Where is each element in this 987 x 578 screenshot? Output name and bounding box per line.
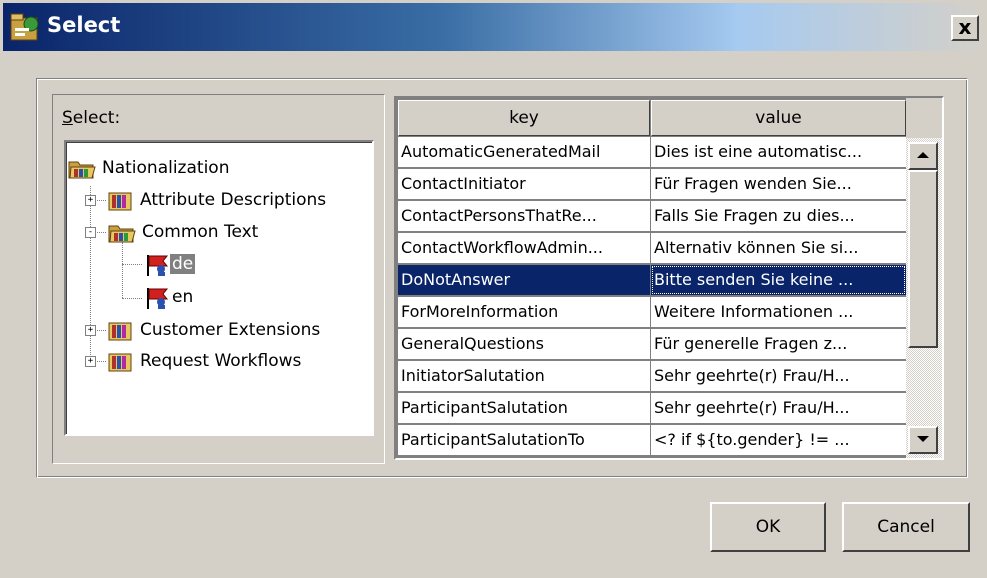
- table-row[interactable]: ParticipantSalutationTo <? if ${to.gende…: [398, 425, 906, 456]
- tree-item-label: de: [170, 254, 196, 274]
- key-cell: ParticipantSalutationTo: [398, 425, 650, 455]
- tree-item-label: Attribute Descriptions: [140, 190, 327, 210]
- table-row-selected[interactable]: DoNotAnswer Bitte senden Sie keine ...: [398, 265, 906, 296]
- table-row[interactable]: GeneralQuestions Für generelle Fragen z.…: [398, 329, 906, 360]
- flag-person-icon: [147, 288, 169, 309]
- vertical-scrollbar[interactable]: [906, 98, 942, 458]
- window-title: Select: [47, 13, 121, 37]
- key-cell: ContactWorkflowAdmin...: [398, 233, 650, 263]
- table-row[interactable]: ContactWorkflowAdmin... Alternativ könne…: [398, 233, 906, 264]
- ok-button[interactable]: OK: [710, 502, 826, 552]
- value-cell: Falls Sie Fragen zu dies...: [651, 201, 906, 231]
- tree-item-label: Request Workflows: [140, 351, 302, 371]
- expand-toggle[interactable]: +: [85, 325, 96, 336]
- app-icon: [10, 13, 39, 41]
- tree-connector: [122, 264, 142, 265]
- book-icon: [108, 192, 132, 211]
- key-cell: ForMoreInformation: [398, 297, 650, 327]
- book-icon: [108, 353, 132, 372]
- table-row[interactable]: InitiatorSalutation Sehr geehrte(r) Frau…: [398, 361, 906, 392]
- scrollbar-header-corner: [906, 98, 942, 138]
- value-cell: Sehr geehrte(r) Frau/H...: [651, 393, 906, 423]
- value-cell: Sehr geehrte(r) Frau/H...: [651, 361, 906, 391]
- key-cell: ContactInitiator: [398, 169, 650, 199]
- value-cell: Für generelle Fragen z...: [651, 329, 906, 359]
- table-row[interactable]: ContactPersonsThatRe... Falls Sie Fragen…: [398, 201, 906, 232]
- tree-item-label: Common Text: [142, 222, 259, 242]
- key-cell: InitiatorSalutation: [398, 361, 650, 391]
- value-cell: Dies ist eine automatisc...: [651, 137, 906, 167]
- cancel-button[interactable]: Cancel: [842, 502, 970, 552]
- key-value-table: key value AutomaticGeneratedMail Dies is…: [394, 96, 944, 460]
- tree-connector: [122, 242, 123, 298]
- scroll-up-button[interactable]: [908, 142, 938, 170]
- folder-open-icon: [108, 225, 136, 243]
- column-header-value[interactable]: value: [651, 100, 906, 136]
- tree-connector: [122, 298, 142, 299]
- scroll-down-button[interactable]: [908, 426, 938, 454]
- tree-item-label: en: [172, 287, 194, 307]
- book-icon: [108, 322, 132, 341]
- table-row[interactable]: ForMoreInformation Weitere Informationen…: [398, 297, 906, 328]
- folder-open-icon: [68, 161, 96, 179]
- table-row[interactable]: ContactInitiator Für Fragen wenden Sie..…: [398, 169, 906, 200]
- value-cell: Alternativ können Sie si...: [651, 233, 906, 263]
- close-button[interactable]: x: [951, 15, 979, 41]
- expand-toggle[interactable]: +: [85, 195, 96, 206]
- select-dialog: Select x Select: Nationalization + Attri…: [0, 0, 987, 578]
- table-row[interactable]: ParticipantSalutation Sehr geehrte(r) Fr…: [398, 393, 906, 424]
- key-cell: ContactPersonsThatRe...: [398, 201, 650, 231]
- arrow-up-icon: [917, 152, 929, 158]
- title-bar[interactable]: Select x: [3, 3, 984, 51]
- value-cell: Für Fragen wenden Sie...: [651, 169, 906, 199]
- arrow-down-icon: [917, 436, 929, 442]
- key-cell: GeneralQuestions: [398, 329, 650, 359]
- flag-person-icon: [147, 255, 169, 276]
- value-cell: Bitte senden Sie keine ...: [651, 265, 906, 295]
- expand-toggle[interactable]: +: [85, 356, 96, 367]
- value-cell: Weitere Informationen ...: [651, 297, 906, 327]
- scrollbar-thumb[interactable]: [908, 170, 938, 348]
- tree-item-label: Customer Extensions: [140, 320, 321, 340]
- key-cell: AutomaticGeneratedMail: [398, 137, 650, 167]
- select-label: Select:: [62, 108, 121, 128]
- table-body: key value AutomaticGeneratedMail Dies is…: [396, 98, 908, 458]
- column-header-key[interactable]: key: [398, 100, 650, 136]
- key-cell: DoNotAnswer: [398, 265, 650, 295]
- tree-view[interactable]: Nationalization + Attribute Descriptions…: [64, 140, 374, 436]
- value-cell: <? if ${to.gender} != ...: [651, 425, 906, 455]
- table-row[interactable]: AutomaticGeneratedMail Dies ist eine aut…: [398, 137, 906, 168]
- tree-item-label: Nationalization: [102, 158, 230, 178]
- collapse-toggle[interactable]: -: [85, 227, 96, 238]
- key-cell: ParticipantSalutation: [398, 393, 650, 423]
